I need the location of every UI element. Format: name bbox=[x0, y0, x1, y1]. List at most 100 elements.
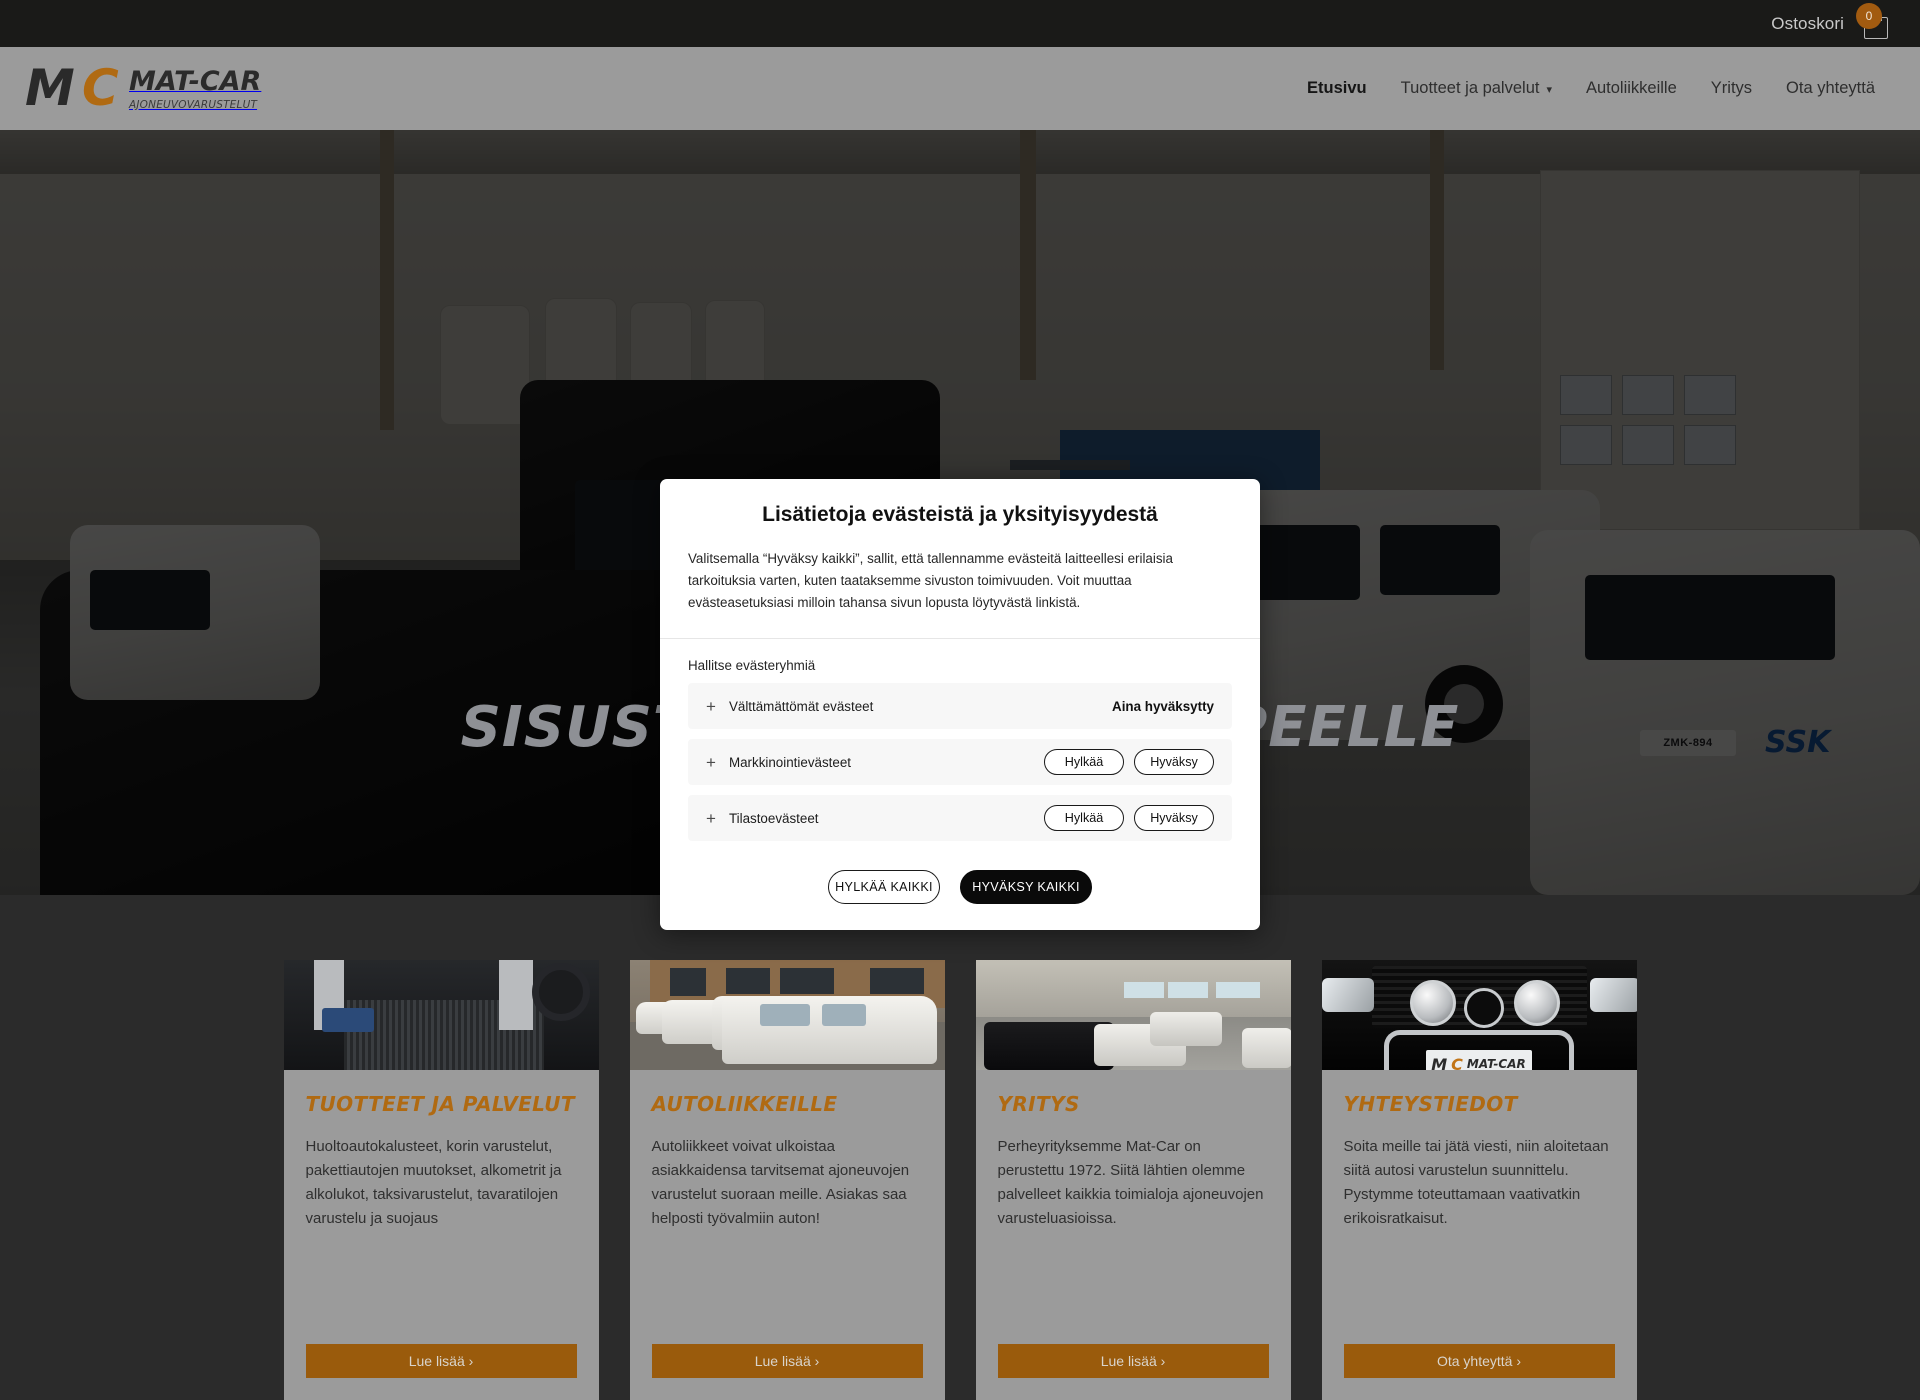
card-title: TUOTTEET JA PALVELUT bbox=[305, 1092, 575, 1116]
card-description: Autoliikkeet voivat ulkoistaa asiakkaide… bbox=[651, 1138, 910, 1227]
card-body: YRITYS Perheyrityksemme Mat-Car on perus… bbox=[976, 1070, 1291, 1400]
card-cta-button[interactable]: Lue lisää › bbox=[997, 1344, 1269, 1378]
card-body: AUTOLIIKKEILLE Autoliikkeet voivat ulkoi… bbox=[630, 1070, 945, 1400]
nav-item-ota-yhteytta[interactable]: Ota yhteyttä bbox=[1769, 79, 1892, 98]
card-description: Perheyrityksemme Mat-Car on perustettu 1… bbox=[997, 1138, 1264, 1227]
card-body: YHTEYSTIEDOT Soita meille tai jätä viest… bbox=[1322, 1070, 1637, 1400]
building-window bbox=[669, 968, 706, 996]
nav-label: Autoliikkeille bbox=[1585, 79, 1677, 97]
van-windshield bbox=[759, 1004, 810, 1026]
white-van-fleet-photo bbox=[629, 960, 945, 1070]
nav-item-yritys[interactable]: Yritys bbox=[1694, 79, 1769, 98]
wall-window bbox=[1167, 982, 1208, 998]
white-van bbox=[1241, 1028, 1291, 1068]
card-cta-button[interactable]: Ota yhteyttä › bbox=[1343, 1344, 1615, 1378]
card-title: YHTEYSTIEDOT bbox=[1343, 1092, 1518, 1116]
building-window bbox=[779, 968, 834, 994]
workshop-interior-photo bbox=[975, 960, 1291, 1070]
cart-label: Ostoskori bbox=[1771, 13, 1844, 33]
cookie-group-label: Tilastoevästeet bbox=[728, 810, 819, 826]
top-utility-bar: Ostoskori 0 bbox=[0, 0, 1920, 47]
spare-tire bbox=[531, 963, 590, 1021]
card-cta-button[interactable]: Lue lisää › bbox=[305, 1344, 577, 1378]
headlight-right bbox=[1589, 978, 1637, 1012]
accept-statistics-button[interactable]: Hyväksy bbox=[1134, 805, 1214, 831]
card-description: Huoltoautokalusteet, korin varustelut, p… bbox=[305, 1138, 562, 1227]
wall-window bbox=[1215, 982, 1260, 998]
spotlight-right bbox=[1513, 980, 1560, 1026]
nav-label: Tuotteet ja palvelut bbox=[1400, 79, 1540, 97]
wall-window bbox=[1123, 982, 1164, 998]
dialog-header-section: Lisätietoja evästeistä ja yksityisyydest… bbox=[660, 479, 1260, 638]
logo-tagline: AJONEUVOVARUSTELUT bbox=[129, 99, 258, 111]
shopping-bag-icon[interactable]: 0 bbox=[1856, 2, 1892, 41]
building-window bbox=[869, 968, 924, 994]
nav-label: Yritys bbox=[1710, 79, 1753, 97]
site-logo[interactable]: M C MAT-CAR AJONEUVOVARUSTELUT bbox=[25, 63, 261, 113]
card-description: Soita meille tai jätä viesti, niin aloit… bbox=[1343, 1138, 1609, 1227]
main-navigation: Etusivu Tuotteet ja palvelut ▾ Autoliikk… bbox=[1290, 47, 1892, 130]
dialog-footer-actions: HYLKÄÄ KAIKKI HYVÄKSY KAIKKI bbox=[660, 851, 1260, 930]
cookie-group-necessary[interactable]: + Välttämättömät evästeet Aina hyväksytt… bbox=[688, 683, 1232, 729]
nav-label: Ota yhteyttä bbox=[1786, 79, 1875, 97]
card-title: AUTOLIIKKEILLE bbox=[651, 1092, 838, 1116]
logo-mark: M C bbox=[25, 59, 123, 117]
plus-icon[interactable]: + bbox=[706, 810, 716, 827]
mercedes-star-emblem bbox=[1463, 988, 1504, 1028]
van-window bbox=[821, 1004, 866, 1026]
cookie-group-label: Markkinointievästeet bbox=[728, 754, 851, 770]
cart-link[interactable]: Ostoskori 0 bbox=[1771, 2, 1892, 41]
reject-statistics-button[interactable]: Hylkää bbox=[1044, 805, 1124, 831]
accept-all-button[interactable]: HYVÄKSY KAIKKI bbox=[960, 870, 1092, 904]
feature-card[interactable]: TUOTTEET JA PALVELUT Huoltoautokalusteet… bbox=[283, 960, 599, 1400]
card-cta-button[interactable]: Lue lisää › bbox=[651, 1344, 923, 1378]
cookie-group-label: Välttämättömät evästeet bbox=[728, 698, 874, 714]
reject-all-button[interactable]: HYLKÄÄ KAIKKI bbox=[828, 870, 940, 904]
blue-clamp-tool bbox=[321, 1008, 374, 1032]
feature-card[interactable]: AUTOLIIKKEILLE Autoliikkeet voivat ulkoi… bbox=[629, 960, 945, 1400]
card-body: TUOTTEET JA PALVELUT Huoltoautokalusteet… bbox=[284, 1070, 599, 1400]
chevron-down-icon: ▾ bbox=[1546, 84, 1552, 96]
logo-wordmark: MAT-CAR AJONEUVOVARUSTELUT bbox=[129, 66, 262, 113]
dialog-title: Lisätietoja evästeistä ja yksityisyydest… bbox=[762, 503, 1158, 526]
nav-item-etusivu[interactable]: Etusivu bbox=[1290, 79, 1384, 98]
plate-company-name: MAT-CAR bbox=[1466, 1057, 1526, 1070]
card-image-art: M C MAT-CAR bbox=[1321, 960, 1637, 1071]
mercedes-bullbar-photo: M C MAT-CAR bbox=[1321, 960, 1637, 1071]
van-near bbox=[721, 996, 937, 1064]
cookie-group-marketing[interactable]: + Markkinointievästeet Hylkää Hyväksy bbox=[688, 739, 1232, 785]
plate-letter-m: M bbox=[1431, 1054, 1448, 1071]
white-van bbox=[1149, 1012, 1222, 1046]
card-image-art bbox=[629, 960, 945, 1070]
plus-icon[interactable]: + bbox=[706, 698, 716, 715]
card-title: YRITYS bbox=[997, 1092, 1080, 1116]
manage-groups-label: Hallitse evästeryhmiä bbox=[688, 658, 816, 673]
always-accepted-status: Aina hyväksytty bbox=[1112, 698, 1214, 714]
reject-marketing-button[interactable]: Hylkää bbox=[1044, 749, 1124, 775]
cookie-group-statistics[interactable]: + Tilastoevästeet Hylkää Hyväksy bbox=[688, 795, 1232, 841]
cookie-consent-dialog: Lisätietoja evästeistä ja yksityisyydest… bbox=[660, 479, 1260, 930]
nav-label: Etusivu bbox=[1307, 79, 1367, 97]
accept-marketing-button[interactable]: Hyväksy bbox=[1134, 749, 1214, 775]
plate-letter-c: C bbox=[1451, 1054, 1463, 1071]
nav-item-tuotteet-ja-palvelut[interactable]: Tuotteet ja palvelut ▾ bbox=[1384, 79, 1569, 98]
pegboard-panel bbox=[498, 960, 533, 1030]
site-header: M C MAT-CAR AJONEUVOVARUSTELUT Etusivu T… bbox=[0, 47, 1920, 130]
feature-card[interactable]: YRITYS Perheyrityksemme Mat-Car on perus… bbox=[975, 960, 1291, 1400]
logo-company-name: MAT-CAR bbox=[129, 66, 262, 97]
plus-icon[interactable]: + bbox=[706, 754, 716, 771]
mat-car-number-plate: M C MAT-CAR bbox=[1425, 1050, 1532, 1071]
van-cargo-interior-photo bbox=[283, 960, 599, 1070]
spotlight-left bbox=[1409, 980, 1456, 1026]
cart-count-badge: 0 bbox=[1856, 2, 1882, 29]
logo-letter-c: C bbox=[82, 59, 119, 117]
feature-card[interactable]: M C MAT-CAR YHTEYSTIEDOT Soita meille ta… bbox=[1321, 960, 1637, 1400]
feature-cards-row: TUOTTEET JA PALVELUT Huoltoautokalusteet… bbox=[0, 960, 1920, 1400]
headlight-left bbox=[1321, 978, 1374, 1012]
card-image-art bbox=[975, 960, 1291, 1070]
logo-letter-m: M bbox=[25, 59, 75, 117]
dialog-body-text: Valitsemalla “Hyväksy kaikki”, sallit, e… bbox=[688, 551, 1173, 610]
nav-item-autoliikkeille[interactable]: Autoliikkeille bbox=[1569, 79, 1694, 98]
building-window bbox=[725, 968, 770, 994]
card-image-art bbox=[283, 960, 599, 1070]
